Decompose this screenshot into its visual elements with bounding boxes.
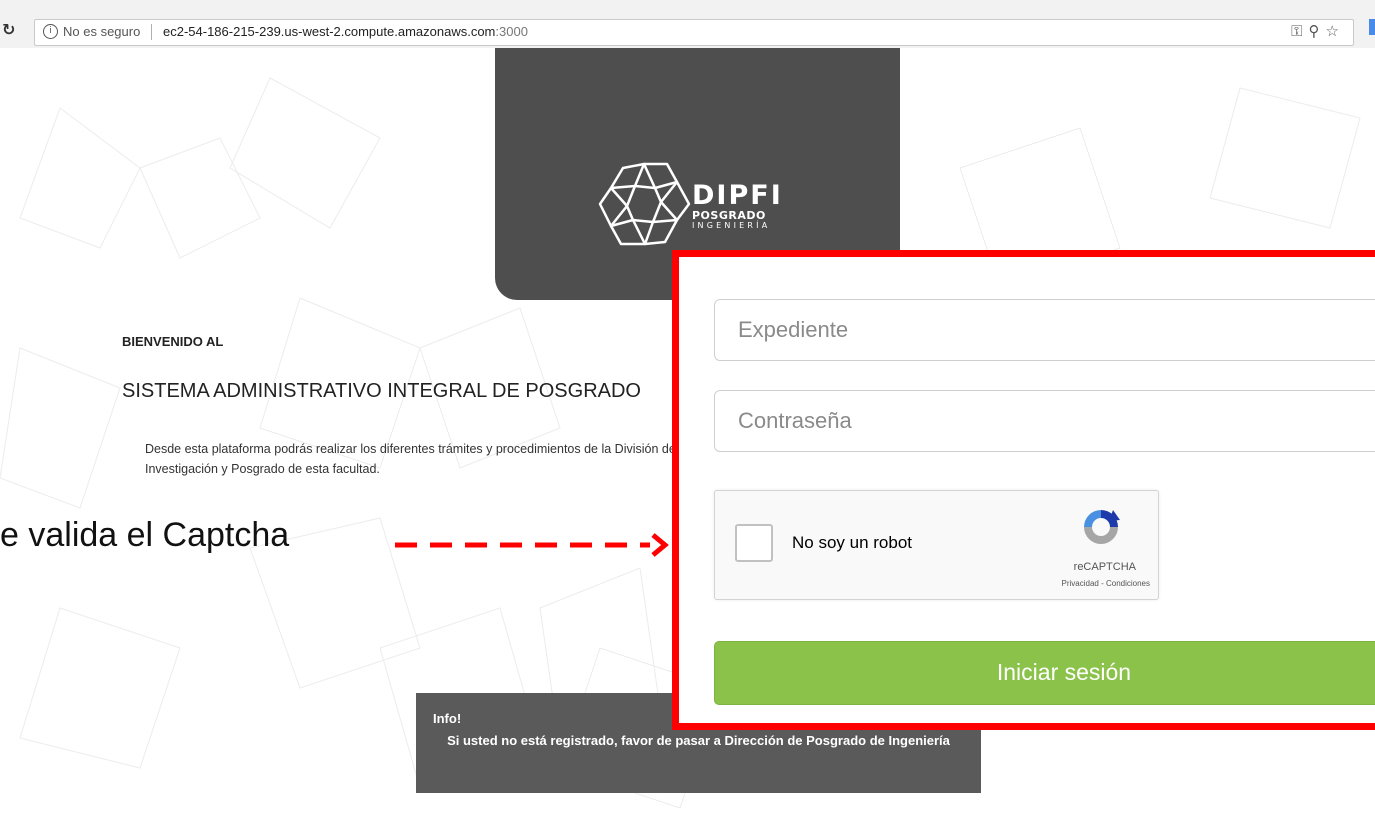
- address-port: :3000: [495, 24, 528, 39]
- expediente-input[interactable]: [714, 299, 1375, 361]
- browser-toolbar: ↻ i No es seguro ec2-54-186-215-239.us-w…: [0, 0, 1375, 48]
- annotation-text: e valida el Captcha: [0, 516, 290, 554]
- welcome-label: BIENVENIDO AL: [122, 334, 224, 349]
- info-message: Si usted no está registrado, favor de pa…: [447, 733, 950, 748]
- recaptcha-widget: No soy un robot reCAPTCHA Privacidad - C…: [714, 490, 1159, 600]
- address-bar-actions: ⚿⚲☆: [1291, 22, 1345, 40]
- logo-subtitle: POSGRADO: [692, 209, 766, 222]
- dipfi-logo-icon: [598, 162, 691, 246]
- star-icon[interactable]: ☆: [1326, 22, 1345, 40]
- address-text[interactable]: ec2-54-186-215-239.us-west-2.compute.ama…: [163, 24, 528, 39]
- login-button[interactable]: Iniciar sesión: [714, 641, 1375, 705]
- recaptcha-checkbox[interactable]: [735, 524, 773, 562]
- extension-icon[interactable]: [1369, 19, 1375, 35]
- info-icon[interactable]: i: [43, 24, 58, 39]
- address-bar[interactable]: i No es seguro ec2-54-186-215-239.us-wes…: [34, 19, 1354, 46]
- recaptcha-brand: reCAPTCHA: [1073, 561, 1136, 573]
- recaptcha-icon: [1084, 510, 1120, 544]
- info-label: Info!: [433, 711, 462, 726]
- login-panel-highlight: No soy un robot reCAPTCHA Privacidad - C…: [672, 250, 1375, 730]
- annotation-arrow: [395, 533, 669, 557]
- recaptcha-label: No soy un robot: [792, 533, 913, 552]
- zoom-icon[interactable]: ⚲: [1309, 22, 1326, 40]
- reload-icon[interactable]: ↻: [2, 20, 15, 39]
- address-separator: [151, 24, 152, 40]
- recaptcha-terms-link[interactable]: Privacidad - Condiciones: [1062, 579, 1151, 588]
- system-title: SISTEMA ADMINISTRATIVO INTEGRAL DE POSGR…: [122, 380, 641, 402]
- logo-subtitle-secondary: INGENIERÍA: [692, 221, 771, 230]
- address-host: ec2-54-186-215-239.us-west-2.compute.ama…: [163, 24, 496, 39]
- logo-title: DIPFI: [692, 180, 783, 211]
- password-input[interactable]: [714, 390, 1375, 452]
- security-label[interactable]: No es seguro: [63, 24, 140, 39]
- system-description: Desde esta plataforma podrás realizar lo…: [145, 442, 676, 476]
- key-icon[interactable]: ⚿: [1291, 22, 1308, 40]
- logo-wordmark: DIPFI POSGRADO INGENIERÍA: [692, 182, 783, 230]
